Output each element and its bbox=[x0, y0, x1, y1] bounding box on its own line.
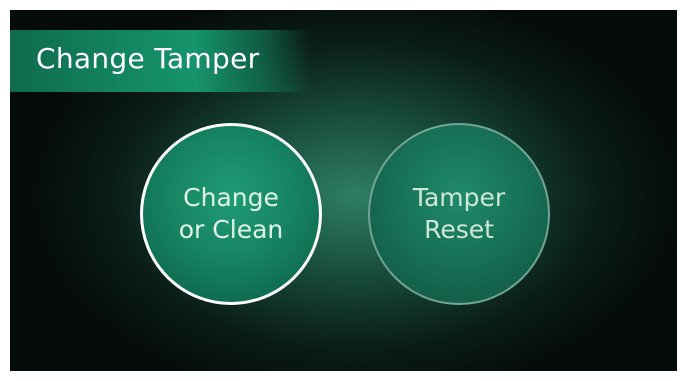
tamper-reset-button[interactable]: Tamper Reset bbox=[368, 123, 550, 305]
tamper-screen: Change Tamper Change or Clean Tamper Res… bbox=[10, 10, 677, 371]
tamper-reset-label-line1: Tamper bbox=[412, 183, 506, 212]
change-or-clean-label-line2: or Clean bbox=[178, 215, 284, 244]
page-title: Change Tamper bbox=[36, 42, 260, 75]
tamper-reset-label-line2: Reset bbox=[424, 215, 494, 244]
title-bar: Change Tamper bbox=[10, 30, 310, 92]
change-or-clean-button[interactable]: Change or Clean bbox=[140, 123, 322, 305]
change-or-clean-label-line1: Change bbox=[183, 183, 279, 212]
